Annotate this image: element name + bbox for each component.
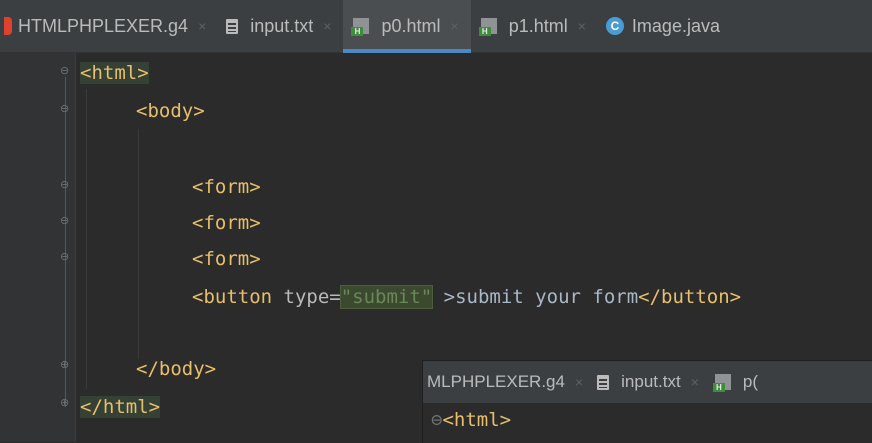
code-line-6: <button type="submit" >submit your form<…	[192, 285, 742, 309]
overlay-tab-bar: MLPHPLEXER.g4 × input.txt × H p(	[423, 361, 872, 403]
close-icon[interactable]: ×	[575, 374, 583, 390]
editor-tab-bar: HTMLPHPLEXER.g4 × input.txt × H p0.html …	[0, 0, 872, 53]
fold-marker-icon[interactable]: ⊖	[60, 251, 72, 263]
tab-image-java[interactable]: C Image.java	[598, 0, 732, 52]
java-class-icon: C	[605, 17, 624, 35]
html-file-icon: H	[712, 372, 735, 392]
code-line-7: </body>	[136, 358, 217, 380]
html-file-icon: H	[351, 16, 373, 36]
text-file-icon	[597, 374, 610, 390]
close-icon[interactable]: ×	[691, 374, 699, 390]
text-file-icon	[226, 18, 239, 34]
html-file-icon: H	[478, 16, 501, 36]
close-icon[interactable]: ×	[578, 18, 586, 34]
overlay-code-line: ⊖<html>	[431, 409, 512, 431]
code-line-2: <body>	[136, 100, 205, 122]
tab-htmlphplexer[interactable]: HTMLPHPLEXER.g4 ×	[0, 0, 218, 52]
tab-input-txt[interactable]: input.txt ×	[218, 0, 343, 52]
tab-label: p0.html	[381, 15, 441, 36]
overlay-editor-window: MLPHPLEXER.g4 × input.txt × H p( ⊖<html>	[422, 360, 872, 443]
tab-p0-html[interactable]: H p(	[709, 361, 768, 403]
code-line-3: <form>	[192, 176, 261, 198]
tab-p1-html[interactable]: H p1.html ×	[471, 0, 598, 52]
close-icon[interactable]: ×	[451, 18, 459, 34]
tab-label: input.txt	[250, 15, 314, 36]
tab-label: p1.html	[508, 15, 568, 36]
fold-marker-icon[interactable]: ⊕	[60, 397, 72, 409]
tab-label: input.txt	[621, 372, 681, 391]
fold-marker-icon[interactable]: ⊖	[60, 103, 72, 115]
tab-htmlphplexer[interactable]: MLPHPLEXER.g4 ×	[423, 361, 593, 403]
close-icon[interactable]: ×	[198, 18, 206, 34]
fold-marker-icon[interactable]: ⊕	[60, 359, 72, 371]
tab-label: HTMLPHPLEXER.g4	[18, 15, 189, 36]
tab-label: p(	[742, 372, 758, 391]
antlr-file-icon	[4, 17, 12, 35]
code-line-4: <form>	[192, 212, 261, 234]
tab-label: MLPHPLEXER.g4	[427, 372, 565, 391]
code-line-1: <html>	[80, 62, 149, 84]
fold-marker-icon[interactable]: ⊖	[60, 65, 72, 77]
fold-marker-icon[interactable]: ⊖	[60, 215, 72, 227]
close-icon[interactable]: ×	[323, 18, 331, 34]
fold-marker-icon[interactable]: ⊖	[60, 179, 72, 191]
code-line-5: <form>	[192, 248, 261, 270]
tab-p0-html[interactable]: H p0.html ×	[343, 0, 471, 53]
code-line-8: </html>	[80, 396, 161, 418]
tab-input-txt[interactable]: input.txt ×	[593, 361, 709, 403]
tab-label: Image.java	[631, 15, 720, 36]
